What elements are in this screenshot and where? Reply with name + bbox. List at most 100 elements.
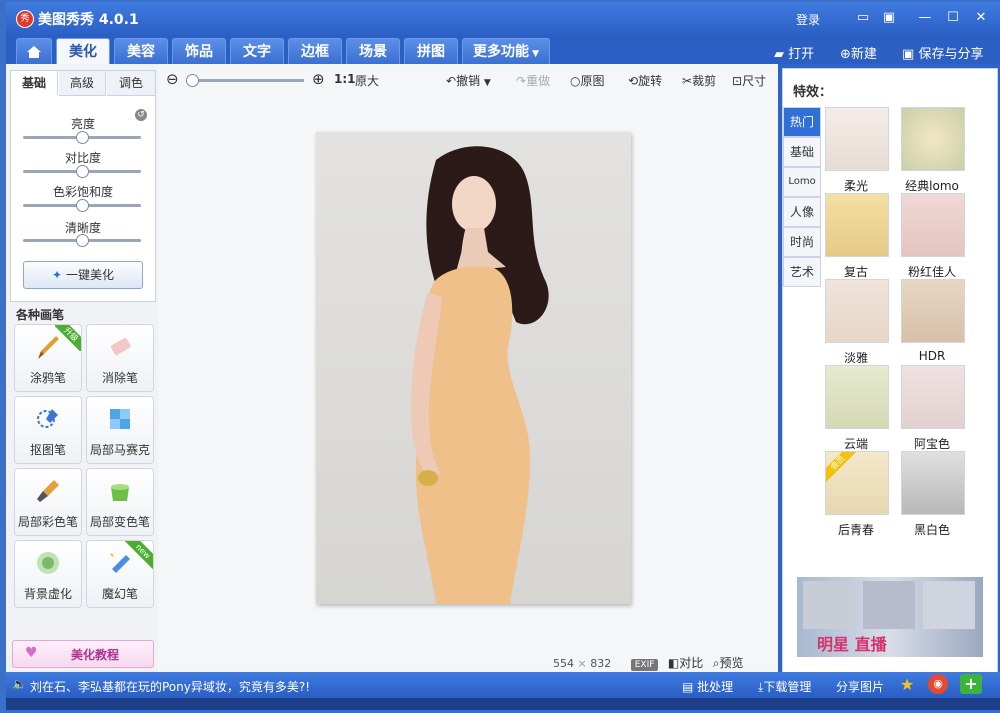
paint-bucket-icon	[111, 484, 129, 501]
compare-label: 对比	[679, 656, 704, 670]
share-button[interactable]: 分享图片	[836, 678, 884, 695]
brush-label: 背景虚化	[23, 587, 72, 601]
tab-beauty[interactable]: 美容	[114, 38, 168, 65]
slider-knob[interactable]	[76, 165, 89, 178]
skin-icon[interactable]: ▣	[880, 9, 898, 27]
fx-category-portrait[interactable]: 人像	[783, 197, 821, 227]
brush-label: 局部变色笔	[89, 515, 150, 529]
fx-thumb-classic-lomo[interactable]	[901, 107, 965, 171]
preview-label: 预览	[719, 656, 744, 670]
fx-thumb-cloud[interactable]	[825, 365, 889, 429]
crop-button[interactable]: ✂裁剪	[682, 72, 716, 89]
tutorial-button[interactable]: ♥ 美化教程	[12, 640, 154, 668]
original-label: 原图	[580, 74, 605, 88]
brush-bg-blur[interactable]: 背景虚化	[14, 540, 82, 608]
slider-knob[interactable]	[76, 131, 89, 144]
open-label: 打开	[788, 47, 815, 62]
rotate-button[interactable]: ⟲旋转	[628, 72, 662, 89]
fx-thumb-elegant[interactable]	[825, 279, 889, 343]
slider-knob[interactable]	[76, 234, 89, 247]
brush-label: 涂鸦笔	[29, 371, 66, 385]
ratio-label: 1:1	[334, 72, 356, 86]
fx-label: 复古	[843, 265, 868, 279]
zoom-slider[interactable]	[188, 79, 304, 82]
effects-panel: 特效： 热门 基础 Lomo 人像 时尚 艺术 柔光 经典lomo 复古 粉红佳…	[782, 68, 998, 674]
login-link[interactable]: 登录	[796, 11, 820, 28]
size-label: 尺寸	[742, 74, 767, 88]
banner-photo	[923, 581, 975, 629]
batch-icon: ▤	[682, 680, 694, 694]
tab-collage[interactable]: 拼图	[404, 38, 458, 65]
brush-cutout[interactable]: 抠图笔	[14, 396, 82, 464]
weibo-icon[interactable]: ◉	[928, 674, 948, 694]
add-icon[interactable]: +	[960, 674, 982, 694]
news-link[interactable]: 刘在石、李弘基都在玩的Pony异域妆，究竟有多美?!	[30, 678, 310, 695]
fx-thumb-pink[interactable]	[901, 193, 965, 257]
minimize-button[interactable]: —	[916, 9, 934, 27]
fx-category-lomo[interactable]: Lomo	[783, 167, 821, 197]
feedback-icon[interactable]: ▭	[854, 9, 872, 27]
fx-category-hot[interactable]: 热门	[783, 107, 821, 137]
crop-label: 裁剪	[692, 74, 717, 88]
slider-knob[interactable]	[76, 199, 89, 212]
open-button[interactable]: ▰ 打开	[774, 43, 814, 62]
redo-button[interactable]: ↷重做	[516, 72, 550, 89]
maximize-button[interactable]: ☐	[944, 9, 962, 27]
preview-icon: ⌕	[712, 656, 720, 670]
fx-category-fashion[interactable]: 时尚	[783, 227, 821, 257]
ad-banner[interactable]: 明星 直播	[797, 577, 983, 657]
size-button[interactable]: ⊡尺寸	[732, 72, 766, 89]
fx-thumb-soft-light[interactable]	[825, 107, 889, 171]
plus-circle-icon: ⊕	[840, 47, 851, 62]
batch-button[interactable]: ▤ 批处理	[682, 678, 733, 695]
compare-button[interactable]: ◧对比	[668, 656, 703, 670]
home-tab[interactable]	[16, 38, 52, 65]
fx-thumb-hdr[interactable]	[901, 279, 965, 343]
zoom-out-icon[interactable]: ⊖	[166, 70, 179, 88]
brush-doodle[interactable]: 升级 涂鸦笔	[14, 324, 82, 392]
download-button[interactable]: ⤓下载管理	[758, 678, 811, 695]
rotate-icon: ⟲	[628, 74, 639, 88]
fx-thumb-vintage[interactable]	[825, 193, 889, 257]
undo-label: 撤销	[456, 74, 481, 88]
save-icon: ▣	[902, 47, 915, 62]
rotate-label: 旋转	[638, 74, 663, 88]
compare-icon: ◧	[667, 656, 680, 670]
banner-photo	[863, 581, 915, 629]
fx-category-art[interactable]: 艺术	[783, 257, 821, 287]
fx-thumb-abao[interactable]	[901, 365, 965, 429]
fx-category-basic[interactable]: 基础	[783, 137, 821, 167]
new-button[interactable]: ⊕新建	[840, 43, 877, 62]
fx-thumb-bw[interactable]	[901, 451, 965, 515]
brush-local-color[interactable]: 局部彩色笔	[14, 468, 82, 536]
star-icon[interactable]: ★	[900, 675, 914, 694]
original-button[interactable]: ○原图	[570, 72, 605, 89]
save-share-button[interactable]: ▣ 保存与分享	[902, 43, 983, 62]
brush-eraser[interactable]: 消除笔	[86, 324, 154, 392]
photo-image[interactable]	[316, 132, 631, 604]
preview-button[interactable]: ⌕预览	[713, 656, 744, 670]
tab-text[interactable]: 文字	[230, 38, 284, 65]
brush-mosaic[interactable]: 局部马赛克	[86, 396, 154, 464]
brush-local-recolor[interactable]: 局部变色笔	[86, 468, 154, 536]
tab-accessories[interactable]: 饰品	[172, 38, 226, 65]
brush-magic[interactable]: new 魔幻笔	[86, 540, 154, 608]
original-size-button[interactable]: 原大	[355, 72, 379, 89]
exif-button[interactable]: EXIF	[630, 659, 659, 671]
close-button[interactable]: ✕	[972, 9, 990, 27]
tab-more[interactable]: 更多功能 ▼	[462, 38, 550, 65]
mosaic-icon	[110, 409, 130, 429]
image-info-bar: 554 × 832 EXIF ◧对比 ⌕预览	[553, 654, 744, 671]
one-key-beautify-button[interactable]: ✦ 一键美化	[23, 261, 143, 289]
zoom-knob[interactable]	[186, 74, 199, 87]
save-label: 保存与分享	[918, 47, 984, 62]
subtab-advanced[interactable]: 高级	[59, 71, 106, 96]
tab-beautify[interactable]: 美化	[56, 38, 110, 65]
subtab-basic[interactable]: 基础	[11, 71, 58, 95]
tab-frame[interactable]: 边框	[288, 38, 342, 65]
undo-button[interactable]: ↶撤销 ▼	[446, 72, 491, 89]
subtab-color[interactable]: 调色	[107, 71, 155, 96]
tab-scene[interactable]: 场景	[346, 38, 400, 65]
zoom-in-icon[interactable]: ⊕	[312, 70, 325, 88]
fx-thumb-youth[interactable]: 会员	[825, 451, 889, 515]
